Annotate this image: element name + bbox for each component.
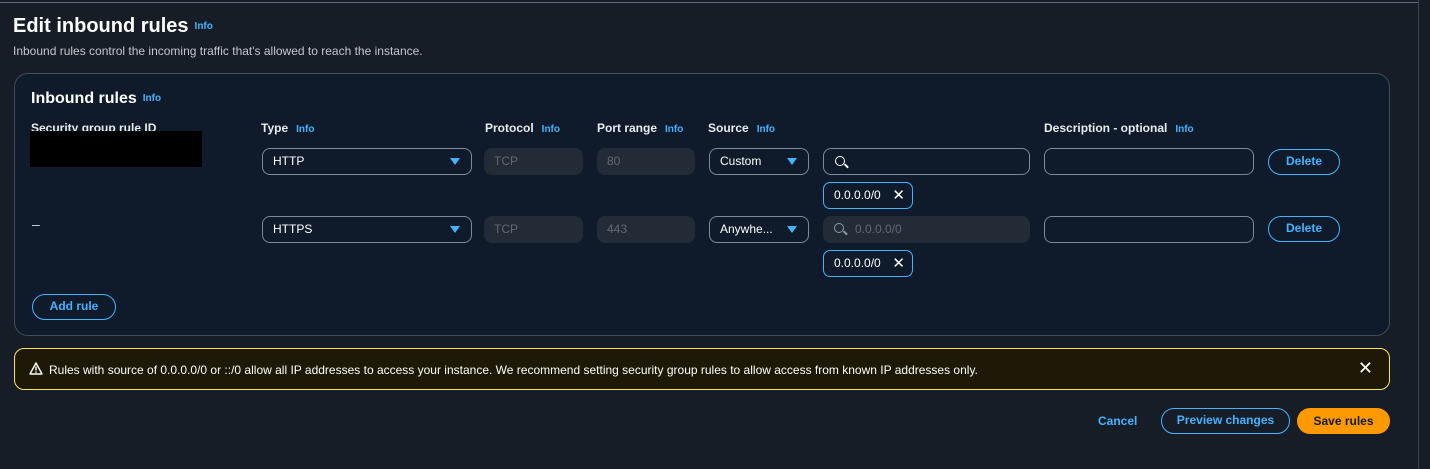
scrollbar-track [1418,0,1419,469]
column-header-type: Type Info [261,121,315,135]
column-header-protocol: Protocol Info [485,121,560,135]
port-range-field-row2: 443 [597,216,695,243]
warning-text: Rules with source of 0.0.0.0/0 or ::/0 a… [49,363,978,377]
preview-changes-button[interactable]: Preview changes [1161,408,1290,434]
caret-down-icon [450,158,460,165]
port-info-link[interactable]: Info [665,124,683,135]
top-divider [0,2,1418,3]
panel-title: Inbound rules Info [31,90,162,107]
caret-down-icon [787,158,797,165]
panel-info-link[interactable]: Info [143,93,161,104]
save-rules-button[interactable]: Save rules [1297,408,1390,434]
type-select-row2[interactable]: HTTPS [262,216,472,243]
source-select-row1[interactable]: Custom [709,148,809,175]
description-info-link[interactable]: Info [1175,124,1193,135]
protocol-field-row2: TCP [484,216,583,243]
page-subtitle: Inbound rules control the incoming traff… [13,44,423,58]
cancel-button[interactable]: Cancel [1098,414,1137,428]
type-select-row1[interactable]: HTTP [262,148,472,175]
caret-down-icon [787,226,797,233]
delete-button-row1[interactable]: Delete [1268,149,1340,175]
search-icon [835,156,845,166]
add-rule-button[interactable]: Add rule [32,294,116,320]
inbound-rules-panel [14,73,1390,336]
close-icon[interactable]: ✕ [892,188,905,203]
warning-icon [29,362,43,380]
rule-id-row2: – [32,216,40,232]
source-select-row2[interactable]: Anywhe... [709,216,809,243]
caret-down-icon [450,226,460,233]
column-header-port-range: Port range Info [597,121,684,135]
column-header-source: Source Info [708,121,776,135]
delete-button-row2[interactable]: Delete [1268,216,1340,242]
source-info-link[interactable]: Info [757,124,775,135]
port-range-field-row1: 80 [597,148,695,175]
cidr-token-row1: 0.0.0.0/0 ✕ [823,182,913,209]
source-search-input-row2: 0.0.0.0/0 [823,216,1030,243]
search-icon [834,223,844,233]
close-icon[interactable]: ✕ [892,256,905,271]
page-title: Edit inbound rules Info [13,15,213,37]
cidr-token-row2: 0.0.0.0/0 ✕ [823,250,913,277]
title-info-link[interactable]: Info [195,21,213,32]
column-header-description: Description - optional Info [1044,121,1194,135]
description-input-row2[interactable] [1044,216,1254,243]
source-search-input-row1[interactable] [823,148,1030,175]
protocol-field-row1: TCP [484,148,583,175]
warning-banner: Rules with source of 0.0.0.0/0 or ::/0 a… [14,348,1390,390]
protocol-info-link[interactable]: Info [542,124,560,135]
redacted-rule-id [30,131,202,167]
description-input-row1[interactable] [1044,148,1254,175]
close-icon[interactable]: ✕ [1358,359,1373,377]
type-info-link[interactable]: Info [296,124,314,135]
